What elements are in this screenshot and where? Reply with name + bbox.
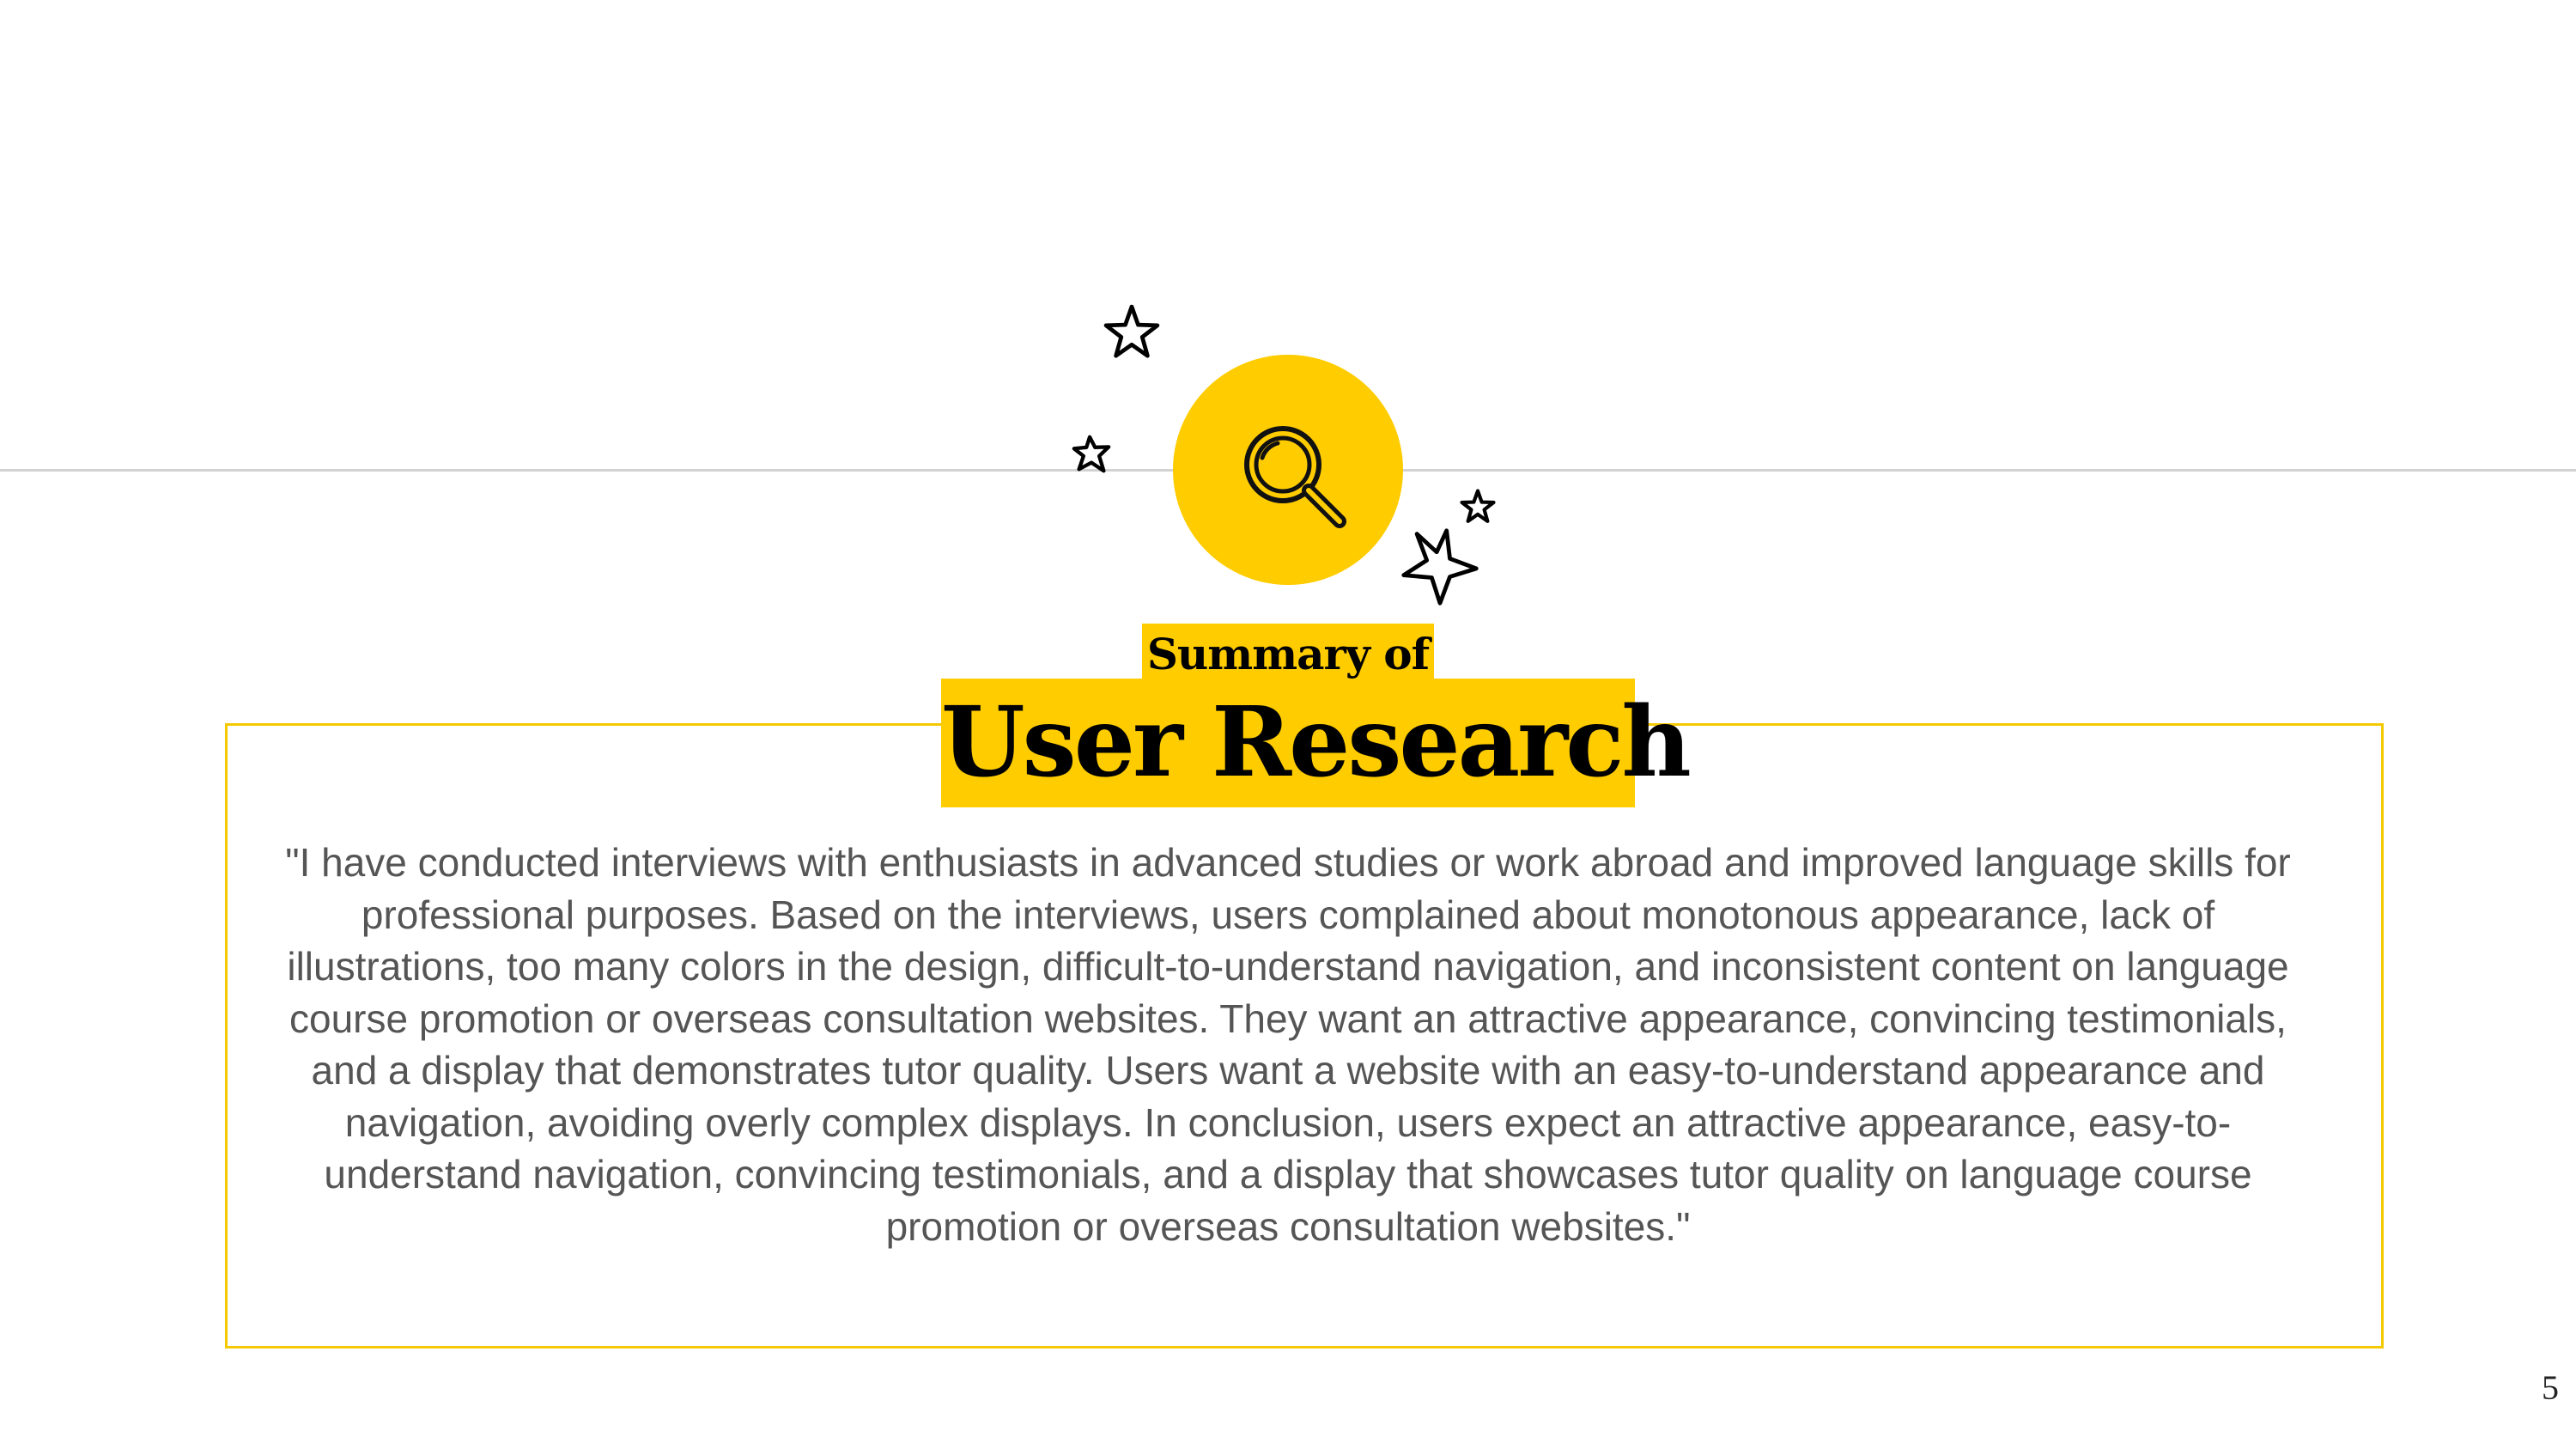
page-number: 5 (2542, 1368, 2559, 1407)
star-icon (1071, 434, 1112, 475)
star-icon (1460, 489, 1496, 525)
star-icon (1399, 526, 1481, 608)
icon-badge (1173, 355, 1403, 585)
slide-title: User Research (941, 679, 1692, 807)
star-icon (1103, 303, 1161, 362)
slide-subtitle: Summary of (1142, 624, 1434, 685)
magnifying-glass-icon (1244, 426, 1346, 528)
research-quote: "I have conducted interviews with enthus… (285, 840, 2291, 1249)
